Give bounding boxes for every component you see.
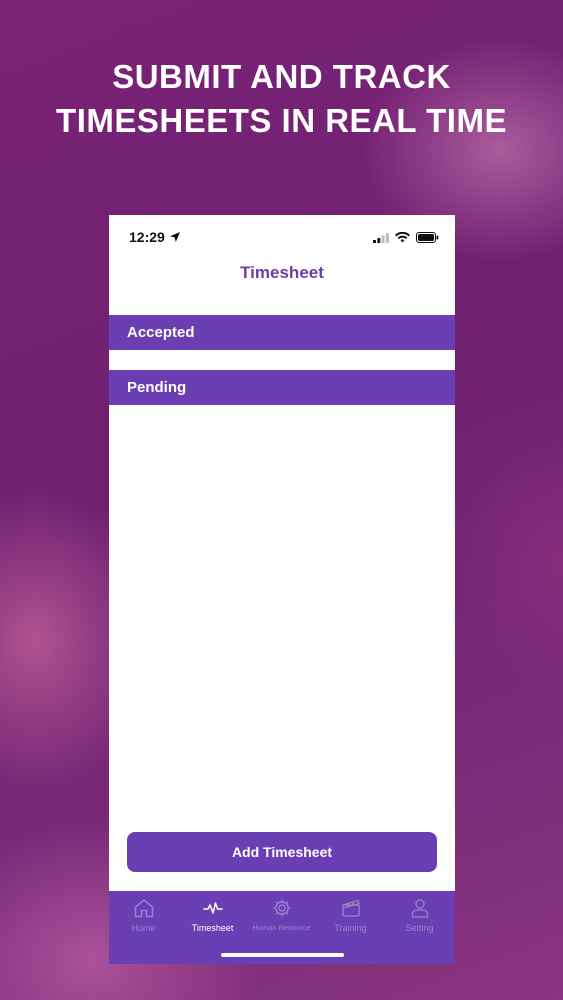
tab-training-label: Training [334,923,367,933]
tab-home[interactable]: Home [109,891,178,941]
status-indicators [373,231,439,243]
tab-timesheet-label: Timesheet [191,923,234,933]
phone-screen: 12:29 Timesheet Accepted Pending Add Tim… [109,215,455,964]
location-arrow-icon [170,232,180,242]
tab-setting[interactable]: Setting [385,891,454,941]
tab-home-label: Home [131,923,156,933]
promo-headline: SUBMIT AND TRACK TIMESHEETS IN REAL TIME [0,55,563,143]
pulse-icon [203,902,223,914]
page-title: Timesheet [240,263,324,282]
tab-human-resource[interactable]: Human Resource [247,891,316,941]
tab-human-resource-label: Human Resource [252,923,311,932]
clapperboard-icon [342,899,360,917]
wifi-icon [395,231,410,242]
section-accepted[interactable]: Accepted [109,315,455,350]
bottom-tab-bar: Home Timesheet Human Resource Training S… [109,891,455,964]
promo-screen: SUBMIT AND TRACK TIMESHEETS IN REAL TIME… [0,0,563,1000]
promo-headline-line2: TIMESHEETS IN REAL TIME [56,102,507,139]
battery-icon [416,231,439,243]
gear-icon [273,899,291,917]
status-bar: 12:29 [109,215,455,259]
promo-headline-line1: SUBMIT AND TRACK [112,58,451,95]
tab-training[interactable]: Training [316,891,385,941]
home-icon [134,899,154,918]
tab-setting-label: Setting [405,923,434,933]
cellular-signal-icon [373,232,389,243]
section-pending[interactable]: Pending [109,370,455,405]
user-icon [411,899,429,918]
status-time: 12:29 [129,229,165,245]
tab-timesheet[interactable]: Timesheet [178,891,247,941]
home-indicator[interactable] [221,953,344,957]
add-timesheet-button[interactable]: Add Timesheet [127,832,437,872]
